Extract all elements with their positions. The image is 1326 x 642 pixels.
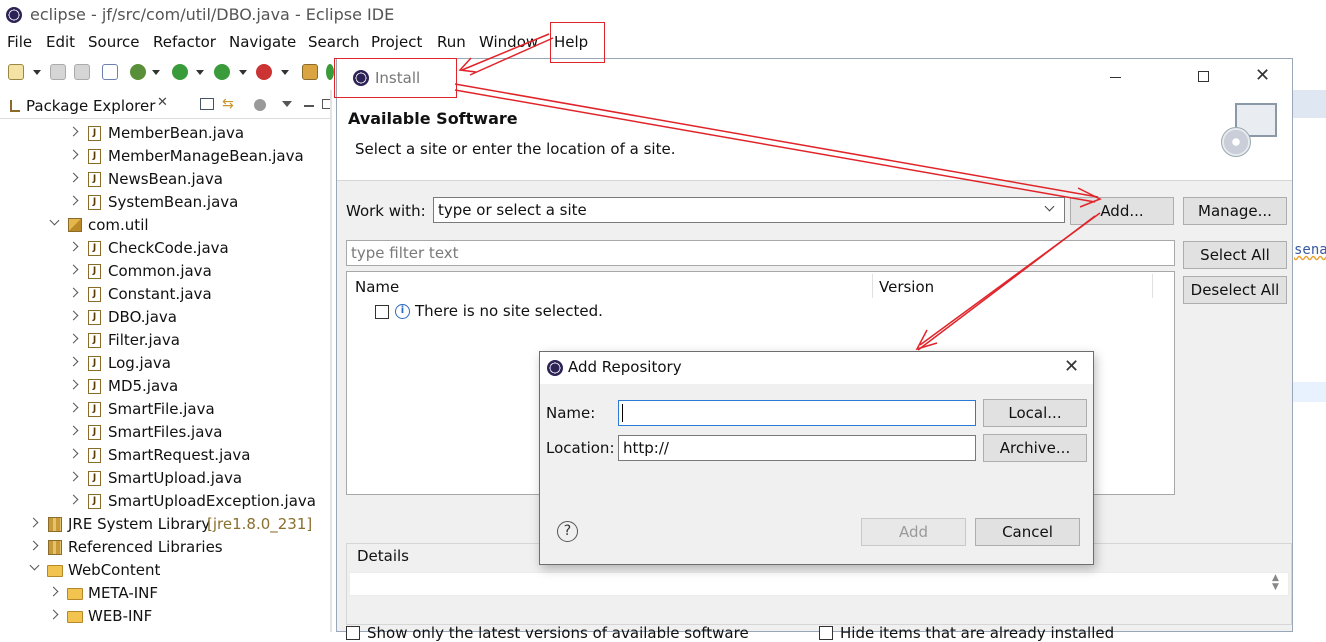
arrow-install-to-add [454, 83, 1099, 198]
arrow-help-to-install [461, 33, 550, 71]
arrow-install-to-add-b [454, 89, 1096, 203]
arrow-help-to-install-b [469, 37, 554, 76]
arrow-add-to-repository-b [917, 215, 1096, 351]
annotation-arrows [454, 33, 1102, 351]
arrow-head [1077, 187, 1102, 208]
